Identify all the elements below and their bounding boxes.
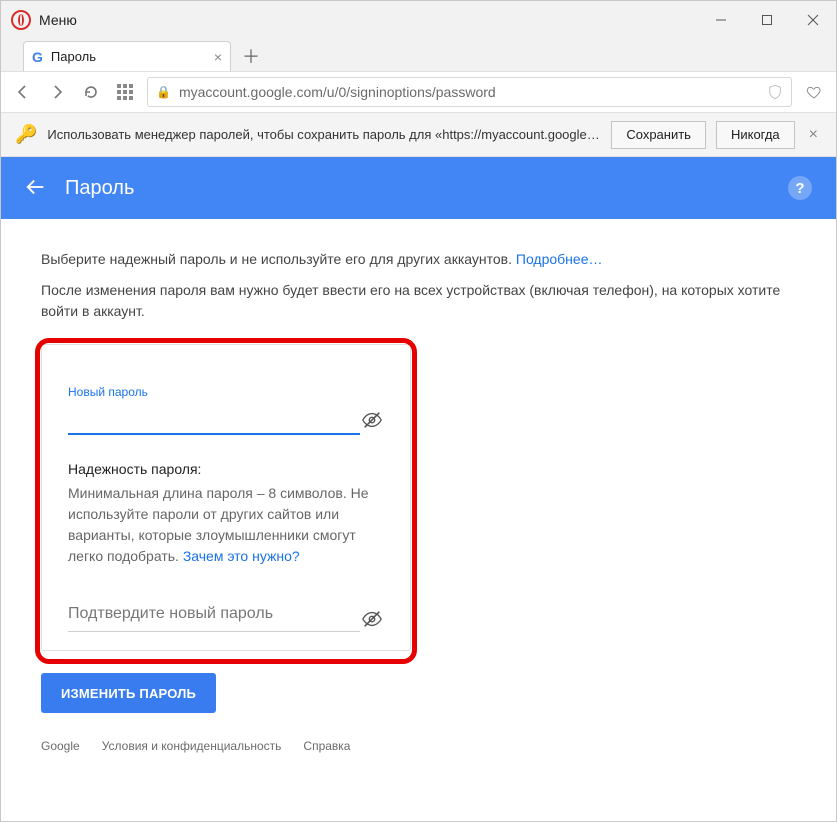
tabstrip: G Пароль × ＋ [1, 39, 836, 71]
strength-title: Надежность пароля: [68, 461, 384, 477]
page-title: Пароль [65, 177, 134, 200]
url-field[interactable]: 🔒 myaccount.google.com/u/0/signinoptions… [147, 77, 792, 107]
reload-button[interactable] [79, 80, 103, 104]
favorite-button[interactable] [802, 80, 826, 104]
new-password-label: Новый пароль [68, 385, 384, 399]
confirm-password-input[interactable]: Подтвердите новый пароль [68, 605, 360, 632]
url-right-icons [767, 84, 783, 100]
strength-text: Минимальная длина пароля – 8 символов. Н… [68, 483, 384, 567]
window-controls [698, 1, 836, 39]
shield-icon[interactable] [767, 84, 783, 100]
footer-privacy[interactable]: Условия и конфиденциальность [102, 739, 282, 753]
nav-back-button[interactable] [11, 80, 35, 104]
address-bar: 🔒 myaccount.google.com/u/0/signinoptions… [1, 71, 836, 113]
new-tab-button[interactable]: ＋ [237, 42, 265, 70]
footer-google[interactable]: Google [41, 739, 80, 753]
url-text: myaccount.google.com/u/0/signinoptions/p… [179, 84, 496, 100]
pm-close-button[interactable]: × [805, 126, 822, 144]
nav-forward-button[interactable] [45, 80, 69, 104]
password-manager-bar: 🔑 Использовать менеджер паролей, чтобы с… [1, 113, 836, 157]
footer-help[interactable]: Справка [303, 739, 350, 753]
page-body: Выберите надежный пароль и не используйт… [1, 219, 836, 821]
visibility-toggle-icon[interactable] [360, 408, 384, 432]
close-window-button[interactable] [790, 1, 836, 39]
opera-logo-icon [11, 10, 31, 30]
password-card-wrap: Новый пароль Надежность пароля: Минималь… [41, 344, 411, 713]
page-header: Пароль ? [1, 157, 836, 219]
visibility-toggle-confirm-icon[interactable] [360, 607, 384, 631]
key-icon: 🔑 [15, 124, 37, 145]
intro-text: Выберите надежный пароль и не используйт… [41, 249, 796, 322]
why-link[interactable]: Зачем это нужно? [183, 548, 300, 564]
change-password-button[interactable]: ИЗМЕНИТЬ ПАРОЛЬ [41, 673, 216, 713]
maximize-button[interactable] [744, 1, 790, 39]
titlebar-left: Меню [11, 10, 77, 30]
pm-text: Использовать менеджер паролей, чтобы сох… [47, 127, 601, 142]
header-back-button[interactable] [25, 176, 47, 201]
titlebar: Меню [1, 1, 836, 39]
intro-line1: Выберите надежный пароль и не используйт… [41, 251, 516, 267]
content-area: Пароль ? Выберите надежный пароль и не и… [1, 157, 836, 821]
new-password-input[interactable] [68, 405, 360, 435]
google-favicon-icon: G [32, 49, 43, 65]
browser-window: Меню G Пароль × ＋ [0, 0, 837, 822]
help-button[interactable]: ? [788, 176, 812, 200]
minimize-button[interactable] [698, 1, 744, 39]
footer: Google Условия и конфиденциальность Спра… [41, 739, 796, 753]
learn-more-link[interactable]: Подробнее… [516, 251, 603, 267]
pm-save-button[interactable]: Сохранить [611, 121, 706, 149]
tab-active[interactable]: G Пароль × [23, 41, 231, 71]
intro-line2: После изменения пароля вам нужно будет в… [41, 280, 796, 322]
lock-icon: 🔒 [156, 85, 171, 99]
menu-button[interactable]: Меню [39, 12, 77, 28]
tab-title: Пароль [51, 49, 96, 64]
tab-close-icon[interactable]: × [214, 49, 222, 65]
password-card: Новый пароль Надежность пароля: Минималь… [41, 344, 411, 651]
pm-never-button[interactable]: Никогда [716, 121, 795, 149]
speeddial-button[interactable] [113, 80, 137, 104]
